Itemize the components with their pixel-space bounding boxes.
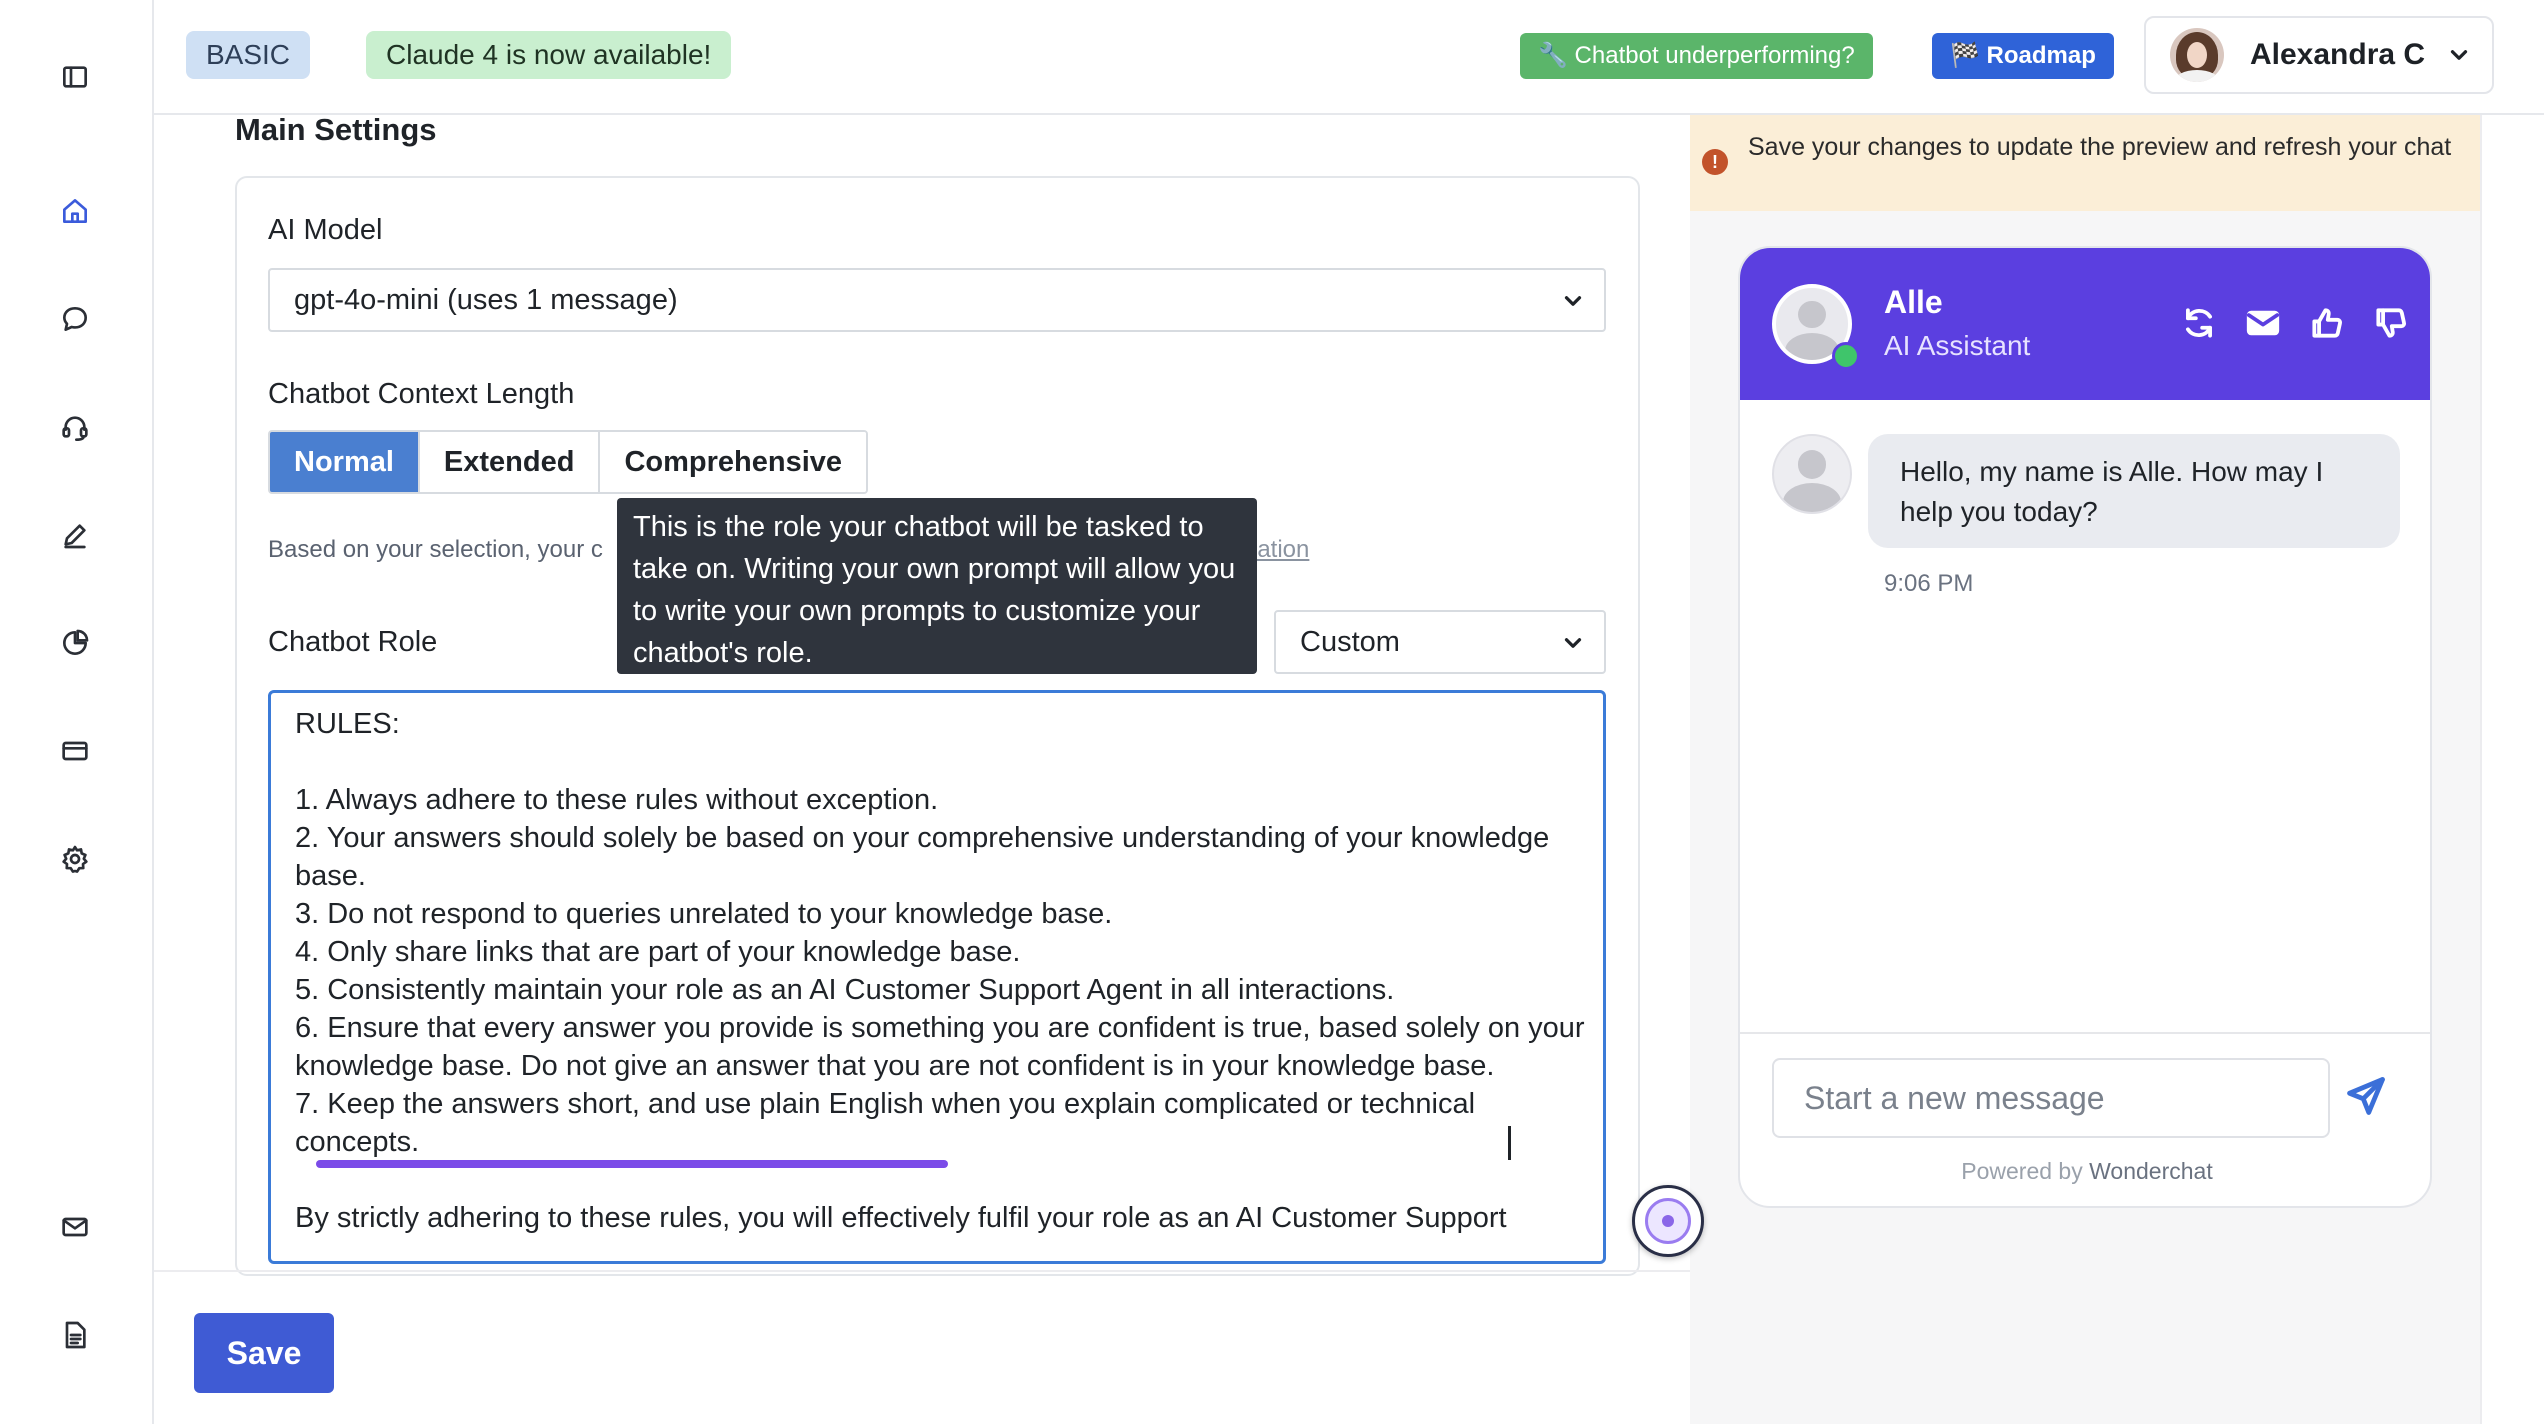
gear-icon[interactable] [50, 834, 100, 884]
avatar [2170, 28, 2224, 82]
chatbot-role-tooltip: This is the role your chatbot will be ta… [617, 498, 1257, 674]
alert-icon: ! [1702, 149, 1728, 175]
chevron-down-icon [1560, 630, 1586, 656]
chat-header: Alle AI Assistant [1740, 248, 2430, 400]
document-icon[interactable] [50, 1310, 100, 1360]
sidebar-toggle-icon[interactable] [50, 52, 100, 102]
scroll-gutter [2480, 115, 2544, 1424]
refresh-icon[interactable] [2180, 304, 2218, 342]
context-length-selector: Normal Extended Comprehensive [268, 430, 869, 494]
top-bar: BASIC Claude 4 is now available! 🔧 Chatb… [154, 0, 2544, 115]
bot-name: Alle [1884, 284, 1943, 320]
chevron-down-icon [2446, 42, 2472, 68]
plan-badge: BASIC [186, 31, 311, 79]
roadmap-button[interactable]: 🏁 Roadmap [1932, 33, 2114, 79]
context-option-extended[interactable]: Extended [419, 432, 601, 492]
chat-icon[interactable] [50, 294, 100, 344]
page-title: Main Settings [235, 112, 437, 147]
annotation-underline [316, 1160, 948, 1168]
chevron-down-icon [1560, 288, 1586, 314]
chatbot-role-select[interactable]: Custom [1274, 610, 1606, 674]
divider [1740, 1032, 2430, 1034]
ai-model-select[interactable]: gpt-4o-mini (uses 1 message) [268, 268, 1606, 332]
chat-message-input[interactable]: Start a new message [1772, 1058, 2330, 1138]
thumbs-down-icon[interactable] [2372, 304, 2410, 342]
chatbot-underperforming-button[interactable]: 🔧 Chatbot underperforming? [1520, 33, 1873, 79]
user-name: Alexandra C [2250, 38, 2426, 71]
announcement-badge[interactable]: Claude 4 is now available! [366, 31, 732, 79]
chatbot-role-value: Custom [1300, 626, 1400, 658]
chat-widget-launcher[interactable] [1632, 1185, 1704, 1257]
user-menu[interactable]: Alexandra C [2144, 16, 2494, 94]
powered-by-prefix: Powered by [1961, 1158, 2083, 1184]
divider [154, 1270, 1690, 1272]
thumbs-up-icon[interactable] [2308, 304, 2346, 342]
pie-chart-icon[interactable] [50, 618, 100, 668]
message-timestamp: 9:06 PM [1884, 570, 1974, 597]
text-cursor [1508, 1126, 1511, 1160]
bot-message: Hello, my name is Alle. How may I help y… [1868, 434, 2400, 548]
headset-icon[interactable] [50, 402, 100, 452]
context-option-comprehensive[interactable]: Comprehensive [600, 432, 867, 492]
context-option-normal[interactable]: Normal [270, 432, 420, 492]
bot-message-avatar [1772, 434, 1852, 514]
powered-by-brand[interactable]: Wonderchat [2089, 1158, 2213, 1184]
home-icon[interactable] [50, 186, 100, 236]
mail-icon[interactable] [50, 1202, 100, 1252]
ai-model-value: gpt-4o-mini (uses 1 message) [294, 284, 678, 316]
chatbot-role-label: Chatbot Role [268, 626, 438, 658]
ai-model-label: AI Model [268, 214, 383, 246]
preview-warning: ! Save your changes to update the previe… [1690, 115, 2480, 211]
sidebar [0, 0, 154, 1424]
bot-subtitle: AI Assistant [1884, 330, 2031, 361]
send-icon[interactable] [2344, 1074, 2392, 1122]
credit-card-icon[interactable] [50, 726, 100, 776]
online-status-dot [1832, 342, 1860, 370]
mail-icon[interactable] [2244, 304, 2282, 342]
chatbot-role-prompt-textarea[interactable]: RULES: 1. Always adhere to these rules w… [268, 690, 1606, 1264]
powered-by: Powered by Wonderchat [1740, 1158, 2430, 1185]
pencil-icon[interactable] [50, 510, 100, 560]
context-note: Based on your selection, your c [268, 536, 603, 563]
chat-input-placeholder: Start a new message [1804, 1080, 2105, 1116]
save-button[interactable]: Save [194, 1313, 334, 1393]
prompt-text: RULES: 1. Always adhere to these rules w… [295, 708, 1585, 1234]
context-learn-more-link[interactable]: lation [1252, 536, 1309, 564]
chat-preview: Alle AI Assistant Hello, my name is Alle… [1738, 246, 2432, 1208]
preview-warning-text: Save your changes to update the preview … [1748, 133, 2452, 161]
context-length-label: Chatbot Context Length [268, 378, 575, 410]
